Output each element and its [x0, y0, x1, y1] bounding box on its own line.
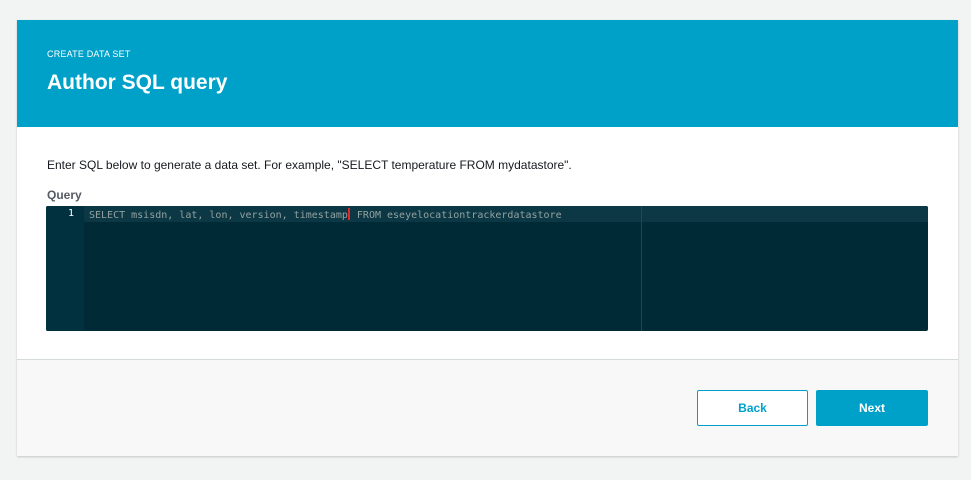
page-title: Author SQL query	[47, 71, 228, 94]
query-label: Query	[47, 188, 82, 202]
back-button[interactable]: Back	[697, 390, 808, 426]
panel-header: CREATE DATA SET Author SQL query	[17, 20, 958, 127]
code-line[interactable]: SELECT msisdn, lat, lon, version, timest…	[89, 208, 562, 221]
print-margin	[641, 206, 642, 331]
sql-query-editor[interactable]: 1 SELECT msisdn, lat, lon, version, time…	[46, 206, 928, 331]
query-description: Enter SQL below to generate a data set. …	[47, 158, 572, 172]
line-number: 1	[67, 208, 74, 219]
code-text-before-cursor: SELECT msisdn, lat, lon, version, timest…	[89, 210, 348, 221]
next-button[interactable]: Next	[816, 390, 928, 426]
page-eyebrow: CREATE DATA SET	[47, 49, 131, 59]
code-text-after-cursor: FROM eseyelocationtrackerdatastore	[350, 210, 562, 221]
editor-gutter: 1	[46, 206, 84, 331]
text-cursor	[347, 208, 350, 220]
create-data-set-panel: CREATE DATA SET Author SQL query Enter S…	[17, 20, 958, 456]
